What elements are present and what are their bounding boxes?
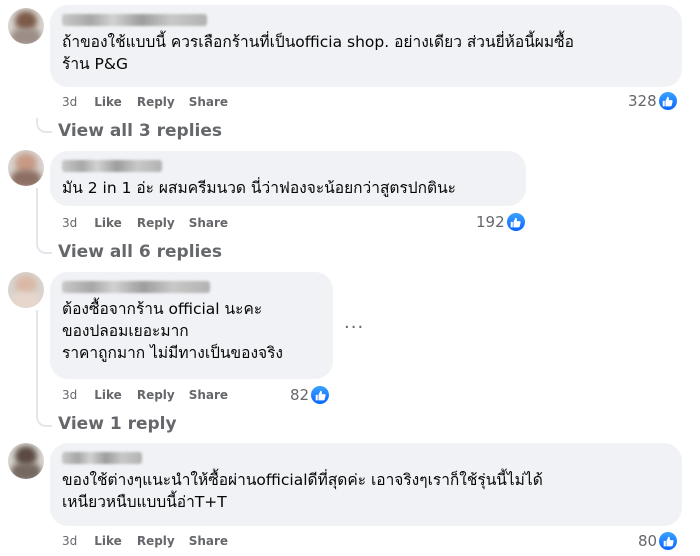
timestamp[interactable]: 3d xyxy=(62,95,77,109)
reaction-count-value: 82 xyxy=(290,386,310,404)
comment-bubble: ของใช้ต่างๆแนะนำให้ซื้อผ่านofficialดีที่… xyxy=(50,443,682,526)
view-replies-link[interactable]: View 1 reply xyxy=(58,414,177,434)
comment-actions: 3d Like Reply Share xyxy=(62,95,228,109)
thumbs-up-icon xyxy=(658,92,677,110)
reaction-count-value: 328 xyxy=(628,92,657,110)
comment-text: มัน 2 in 1 อ่ะ ผสมครีมนวด นี่ว่าฟองจะน้อ… xyxy=(62,179,457,197)
like-button[interactable]: Like xyxy=(94,216,122,230)
author-name-blurred[interactable] xyxy=(62,281,210,293)
reply-button[interactable]: Reply xyxy=(137,216,175,230)
reply-button[interactable]: Reply xyxy=(137,95,175,109)
reaction-count[interactable]: 192 xyxy=(476,213,525,231)
reaction-count[interactable]: 82 xyxy=(290,386,330,404)
more-options-icon[interactable]: ... xyxy=(344,312,364,333)
comment-bubble: มัน 2 in 1 อ่ะ ผสมครีมนวด นี่ว่าฟองจะน้อ… xyxy=(50,151,526,206)
like-button[interactable]: Like xyxy=(94,388,122,402)
view-replies-link[interactable]: View all 6 replies xyxy=(58,242,222,262)
timestamp[interactable]: 3d xyxy=(62,388,77,402)
author-name-blurred[interactable] xyxy=(62,160,162,172)
reply-thread-line xyxy=(36,188,52,254)
timestamp[interactable]: 3d xyxy=(62,534,77,548)
like-button[interactable]: Like xyxy=(94,534,122,548)
author-name-blurred[interactable] xyxy=(62,452,142,464)
comment-text: ถ้าของใช้แบบนี้ ควรเลือกร้านที่เป็นoffic… xyxy=(62,33,574,73)
timestamp[interactable]: 3d xyxy=(62,216,77,230)
thumbs-up-icon xyxy=(659,532,678,550)
reaction-count-value: 80 xyxy=(638,532,658,550)
avatar[interactable] xyxy=(8,272,44,308)
like-button[interactable]: Like xyxy=(94,95,122,109)
comment-text: ของใช้ต่างๆแนะนำให้ซื้อผ่านofficialดีที่… xyxy=(62,471,543,511)
comment-actions: 3d Like Reply Share xyxy=(62,216,228,230)
avatar[interactable] xyxy=(8,8,44,44)
thumbs-up-icon xyxy=(506,213,525,231)
avatar[interactable] xyxy=(8,443,44,479)
avatar[interactable] xyxy=(8,150,44,186)
reaction-count[interactable]: 80 xyxy=(638,532,678,550)
view-replies-link[interactable]: View all 3 replies xyxy=(58,121,222,141)
share-button[interactable]: Share xyxy=(189,534,228,548)
reaction-count-value: 192 xyxy=(476,213,505,231)
reply-thread-line xyxy=(36,118,52,133)
comment-bubble: ถ้าของใช้แบบนี้ ควรเลือกร้านที่เป็นoffic… xyxy=(50,5,682,87)
share-button[interactable]: Share xyxy=(189,388,228,402)
share-button[interactable]: Share xyxy=(189,95,228,109)
comment-text: ต้องซื้อจากร้าน official นะคะ ของปลอมเยอ… xyxy=(62,300,284,362)
reaction-count[interactable]: 328 xyxy=(628,92,677,110)
comment-actions: 3d Like Reply Share xyxy=(62,534,228,548)
comment-actions: 3d Like Reply Share xyxy=(62,388,228,402)
reply-thread-line xyxy=(36,310,52,427)
reply-button[interactable]: Reply xyxy=(137,388,175,402)
comment-bubble: ต้องซื้อจากร้าน official นะคะ ของปลอมเยอ… xyxy=(50,272,333,379)
share-button[interactable]: Share xyxy=(189,216,228,230)
author-name-blurred[interactable] xyxy=(62,14,207,26)
reply-button[interactable]: Reply xyxy=(137,534,175,548)
thumbs-up-icon xyxy=(311,386,330,404)
